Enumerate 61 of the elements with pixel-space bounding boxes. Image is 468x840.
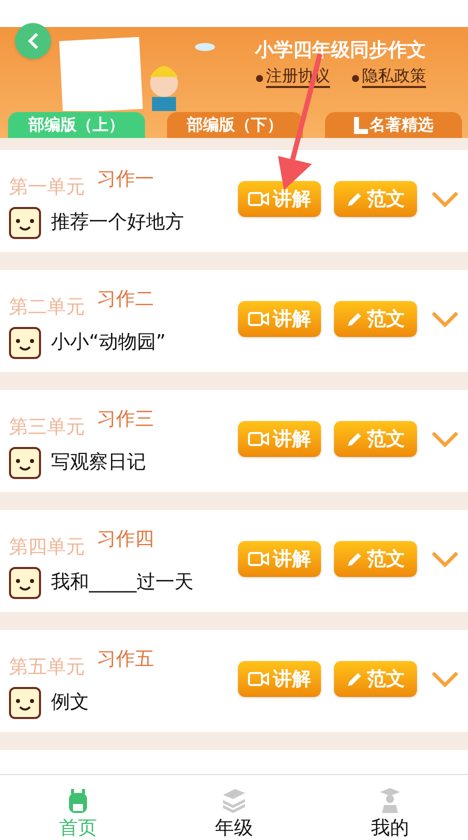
lesson-title: 写观察日记	[51, 450, 146, 476]
video-camera-icon	[248, 671, 270, 687]
lesson-button[interactable]: 范文	[334, 421, 417, 457]
lesson-button[interactable]: 讲解	[238, 541, 321, 577]
unit-label: 第三单元	[9, 418, 85, 436]
unit-label: 第四单元	[9, 538, 85, 556]
chevron-down-icon	[431, 191, 459, 207]
pencil-icon	[346, 670, 364, 688]
back-icon	[27, 32, 39, 50]
smiley-face-icon	[9, 446, 41, 478]
smiley-face-icon	[9, 686, 41, 718]
pencil-icon	[346, 550, 364, 568]
lesson-label: 习作四	[97, 530, 154, 548]
pencil-icon	[346, 430, 364, 448]
lesson-title: 推荐一个好地方	[51, 210, 184, 236]
lesson-title: 小小“动物园”	[51, 330, 166, 356]
video-camera-icon	[248, 431, 270, 447]
lesson-label: 习作一	[97, 170, 154, 188]
policy-link[interactable]: 隐私政策	[362, 68, 426, 88]
chevron-down-icon	[431, 671, 459, 687]
lesson-button[interactable]: 讲解	[238, 421, 321, 457]
chevron-down-icon	[431, 551, 459, 567]
unit-label: 第二单元	[9, 298, 85, 316]
lesson-button[interactable]: 范文	[334, 181, 417, 217]
unit-label: 第一单元	[9, 178, 85, 196]
book-stack-icon	[221, 787, 247, 813]
lesson-button[interactable]: 讲解	[238, 661, 321, 697]
smiley-face-icon	[9, 566, 41, 598]
bullet-icon	[352, 74, 359, 82]
edition-tab[interactable]: 部编版（下）	[166, 112, 304, 138]
nav-tab[interactable]: 我的	[312, 775, 468, 840]
lesson-button[interactable]: 讲解	[238, 301, 321, 337]
edition-tab[interactable]: 部编版（上）	[8, 112, 145, 138]
cloud-icon	[195, 42, 215, 51]
nav-tab[interactable]: 年级	[156, 775, 312, 840]
pencil-icon	[346, 310, 364, 328]
smiley-face-icon	[9, 326, 41, 358]
lesson-button[interactable]: 讲解	[238, 181, 321, 217]
video-camera-icon	[248, 311, 270, 327]
backpack-icon	[67, 789, 89, 813]
graduate-icon	[379, 787, 401, 813]
pencil-icon	[346, 190, 364, 208]
video-camera-icon	[248, 551, 270, 567]
lesson-title: 我和_____过一天	[51, 570, 194, 596]
lesson-button[interactable]: 范文	[334, 661, 417, 697]
unit-label: 第五单元	[9, 658, 85, 676]
lesson-label: 习作二	[97, 290, 154, 308]
bullet-icon	[256, 74, 263, 82]
chevron-down-icon	[431, 311, 459, 327]
app-title: 小学四年级同步作文	[255, 41, 426, 60]
smiley-face-icon	[9, 206, 41, 238]
lesson-button[interactable]: 范文	[334, 301, 417, 337]
nav-tab[interactable]: 首页	[0, 775, 156, 840]
chevron-down-icon	[431, 431, 459, 447]
edition-tab[interactable]: 名著精选	[325, 112, 462, 138]
lesson-title: 例文	[51, 690, 89, 716]
video-camera-icon	[248, 191, 270, 207]
lesson-button[interactable]: 范文	[334, 541, 417, 577]
lesson-label: 习作三	[97, 410, 154, 428]
lesson-label: 习作五	[97, 650, 154, 668]
back-button[interactable]	[15, 23, 51, 59]
